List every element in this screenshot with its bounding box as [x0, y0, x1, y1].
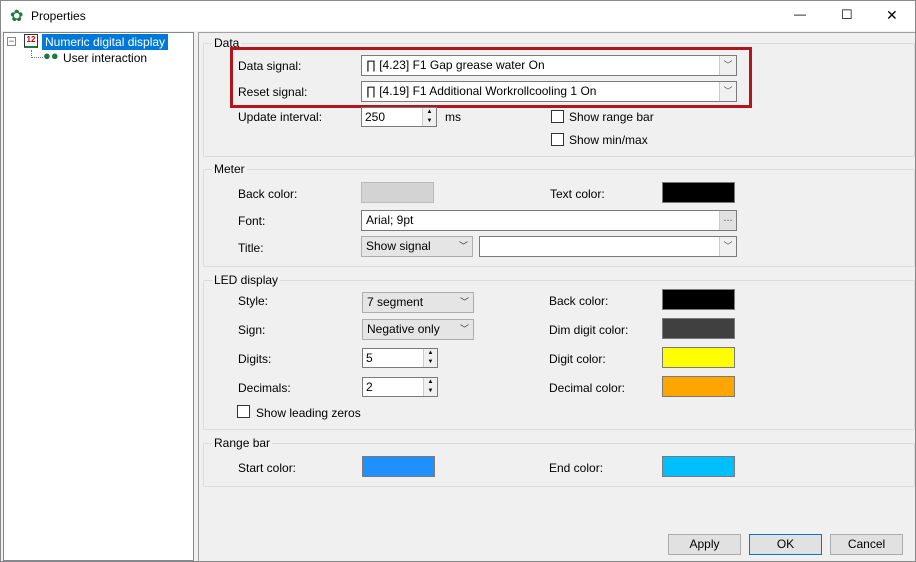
- font-field[interactable]: Arial; 9pt...: [361, 210, 737, 231]
- sign-value: Negative only: [367, 322, 440, 336]
- style-label: Style:: [238, 294, 269, 308]
- show-minmax-checkbox[interactable]: [551, 133, 564, 146]
- signal-icon: ∏: [366, 58, 380, 72]
- update-unit: ms: [445, 110, 461, 124]
- title-label: Title:: [238, 241, 264, 255]
- font-browse-button[interactable]: ...: [719, 211, 736, 230]
- meter-back-color-label: Back color:: [238, 187, 298, 201]
- end-color-swatch[interactable]: [662, 456, 735, 477]
- close-button[interactable]: ✕: [886, 7, 898, 24]
- leading-zeros-checkbox[interactable]: [237, 405, 250, 418]
- window-title: Properties: [31, 9, 86, 23]
- apply-button[interactable]: Apply: [668, 534, 741, 555]
- numeric-display-icon: 12: [24, 34, 38, 48]
- meter-group-title: Meter: [212, 162, 247, 176]
- collapse-icon[interactable]: −: [7, 37, 16, 46]
- chevron-down-icon: ﹀: [459, 324, 469, 334]
- decimals-label: Decimals:: [238, 381, 291, 395]
- font-value: Arial; 9pt: [366, 213, 414, 227]
- show-minmax-label: Show min/max: [569, 133, 648, 147]
- text-color-label: Text color:: [550, 187, 605, 201]
- font-label: Font:: [238, 214, 266, 228]
- digits-value: 5: [366, 351, 373, 365]
- digits-label: Digits:: [238, 352, 272, 366]
- chevron-down-icon: ﹀: [458, 241, 468, 251]
- chevron-down-icon[interactable]: ﹀: [719, 237, 736, 256]
- decimal-color-label: Decimal color:: [549, 381, 626, 395]
- dim-digit-color-swatch[interactable]: [662, 318, 735, 339]
- decimals-spinner[interactable]: 2 ▲ ▼: [362, 377, 438, 397]
- show-range-bar-checkbox[interactable]: [551, 110, 564, 123]
- led-back-color-label: Back color:: [549, 294, 609, 308]
- title-mode-value: Show signal: [366, 239, 431, 253]
- minimize-button[interactable]: —: [794, 7, 806, 21]
- title-mode-dropdown[interactable]: Show signal ﹀: [361, 236, 473, 257]
- title-bar: ✿ Properties — ☐ ✕: [1, 1, 915, 31]
- style-dropdown[interactable]: 7 segment ﹀: [362, 292, 474, 313]
- text-color-swatch[interactable]: [662, 182, 735, 203]
- decimal-color-swatch[interactable]: [662, 376, 735, 397]
- reset-signal-label: Reset signal:: [238, 85, 308, 99]
- gear-icon: ✿: [10, 8, 24, 25]
- data-signal-label: Data signal:: [238, 59, 302, 73]
- properties-panel: Data Data signal: ∏ [4.23] F1 Gap grease…: [198, 32, 915, 561]
- signal-icon: ∏: [366, 84, 380, 98]
- tree-connector: [31, 50, 43, 58]
- end-color-label: End color:: [549, 461, 604, 475]
- range-bar-group-title: Range bar: [212, 436, 273, 450]
- update-interval-label: Update interval:: [238, 110, 323, 124]
- chevron-down-icon[interactable]: ﹀: [719, 56, 736, 75]
- meter-back-color-swatch[interactable]: [361, 182, 434, 203]
- properties-window: ✿ Properties — ☐ ✕ − 12 Numeric digital …: [0, 0, 916, 562]
- digits-spinner[interactable]: 5 ▲ ▼: [362, 348, 438, 368]
- dim-digit-color-label: Dim digit color:: [549, 323, 629, 337]
- maximize-button[interactable]: ☐: [841, 7, 853, 23]
- spin-buttons[interactable]: ▲ ▼: [422, 108, 436, 126]
- tree-item-user-interaction[interactable]: User interaction: [63, 51, 147, 65]
- digit-color-swatch[interactable]: [662, 347, 735, 368]
- tree-item-numeric-digital-display[interactable]: Numeric digital display: [42, 34, 169, 50]
- update-interval-value: 250: [365, 110, 386, 124]
- show-range-bar-label: Show range bar: [569, 110, 654, 124]
- data-signal-value: [4.23] F1 Gap grease water On: [379, 58, 545, 72]
- reset-signal-value: [4.19] F1 Additional Workrollcooling 1 O…: [379, 84, 597, 98]
- start-color-label: Start color:: [238, 461, 297, 475]
- digit-color-label: Digit color:: [549, 352, 606, 366]
- led-group-title: LED display: [212, 273, 281, 287]
- reset-signal-combo[interactable]: ∏ [4.19] F1 Additional Workrollcooling 1…: [361, 81, 737, 102]
- ok-button[interactable]: OK: [749, 534, 822, 555]
- decimals-value: 2: [366, 380, 373, 394]
- spin-buttons[interactable]: ▲ ▼: [423, 349, 437, 367]
- users-icon: ●●: [43, 48, 59, 63]
- tree-view: − 12 Numeric digital display ●● User int…: [3, 32, 194, 561]
- title-value-combo[interactable]: ﹀: [479, 236, 737, 257]
- chevron-down-icon: ﹀: [459, 297, 469, 307]
- chevron-down-icon[interactable]: ﹀: [719, 82, 736, 101]
- cancel-button[interactable]: Cancel: [830, 534, 903, 555]
- sign-dropdown[interactable]: Negative only ﹀: [362, 319, 474, 340]
- led-back-color-swatch[interactable]: [662, 289, 735, 310]
- style-value: 7 segment: [367, 295, 424, 309]
- spin-buttons[interactable]: ▲ ▼: [423, 378, 437, 396]
- data-signal-combo[interactable]: ∏ [4.23] F1 Gap grease water On ﹀: [361, 55, 737, 76]
- update-interval-spinner[interactable]: 250 ▲ ▼: [361, 107, 437, 127]
- start-color-swatch[interactable]: [362, 456, 435, 477]
- sign-label: Sign:: [238, 323, 266, 337]
- leading-zeros-label: Show leading zeros: [256, 406, 361, 420]
